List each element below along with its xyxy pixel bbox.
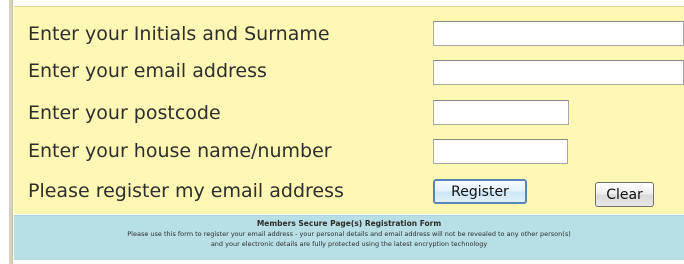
email-label: Enter your email address bbox=[28, 60, 267, 82]
house-label: Enter your house name/number bbox=[28, 140, 332, 162]
registration-info-banner: Members Secure Page(s) Registration Form… bbox=[14, 215, 684, 260]
initials-surname-input[interactable] bbox=[433, 21, 684, 46]
registration-page: Enter your Initials and Surname Enter yo… bbox=[0, 0, 684, 264]
clear-button[interactable]: Clear bbox=[595, 182, 654, 207]
registration-form: Enter your Initials and Surname Enter yo… bbox=[14, 6, 684, 214]
email-input[interactable] bbox=[433, 60, 684, 85]
info-text-line-1: Please use this form to register your em… bbox=[127, 230, 571, 238]
left-border-rule bbox=[9, 0, 13, 264]
register-prompt: Please register my email address bbox=[28, 180, 344, 202]
house-input[interactable] bbox=[433, 139, 568, 164]
postcode-input[interactable] bbox=[433, 100, 569, 125]
register-button[interactable]: Register bbox=[433, 179, 527, 204]
initials-surname-label: Enter your Initials and Surname bbox=[28, 23, 330, 45]
info-title: Members Secure Page(s) Registration Form bbox=[256, 219, 442, 228]
info-text-line-2: and your electronic details are fully pr… bbox=[210, 240, 488, 248]
postcode-label: Enter your postcode bbox=[28, 102, 221, 124]
